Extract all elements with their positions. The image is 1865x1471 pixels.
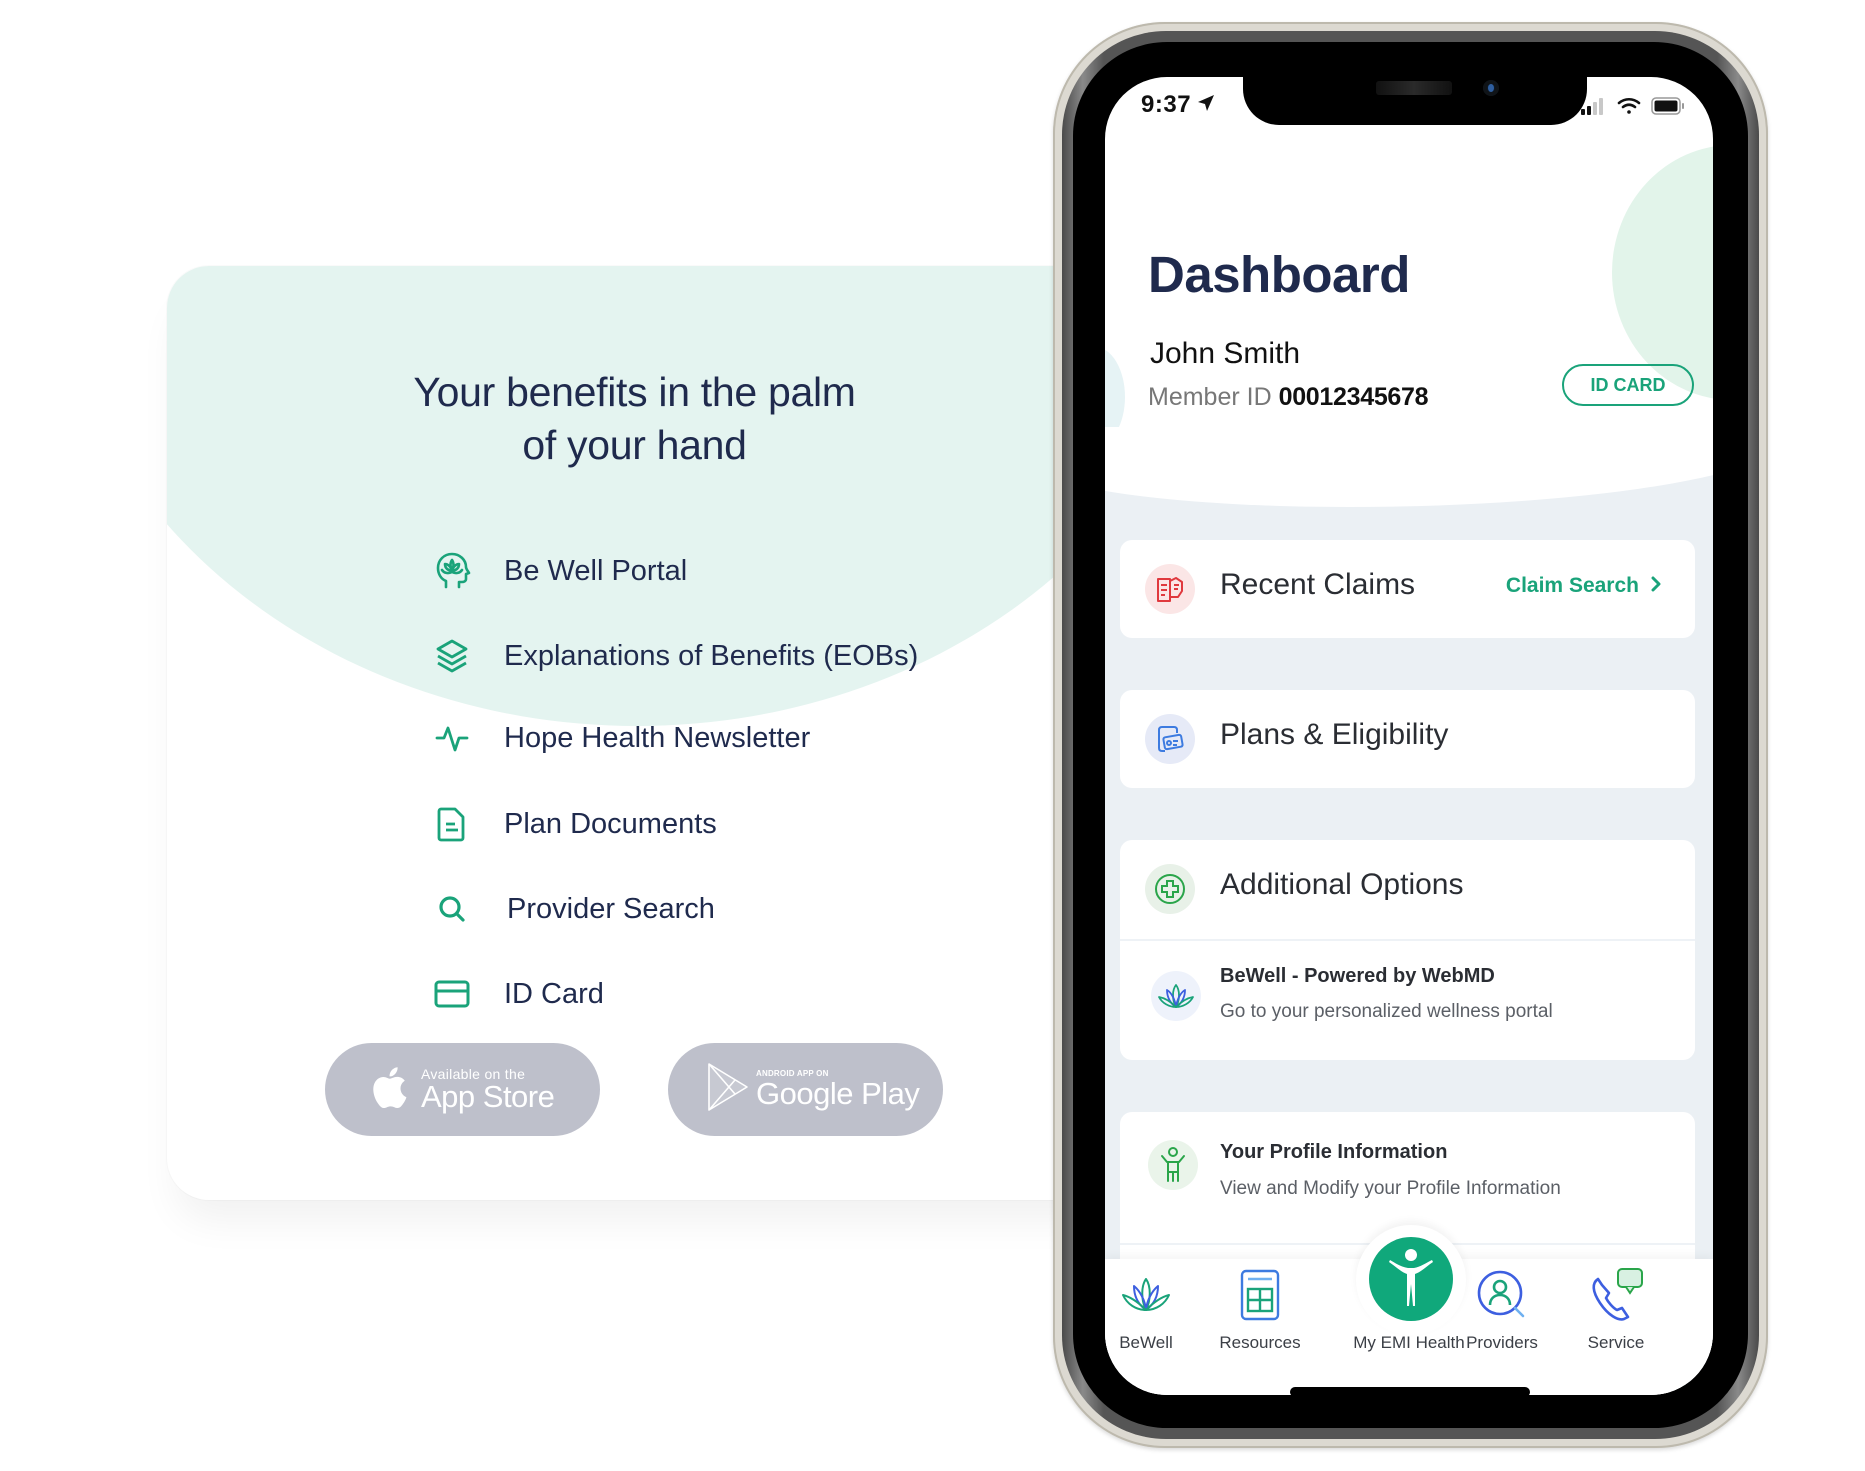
nav-label: Service: [1587, 1333, 1645, 1352]
profile-title: Your Profile Information: [1220, 1141, 1448, 1163]
lotus-head-icon: [430, 549, 474, 593]
app-store-button[interactable]: Available on the App Store: [325, 1043, 600, 1136]
nav-item-providers[interactable]: Providers: [1447, 1269, 1557, 1353]
google-play-big-text: Google Play: [756, 1076, 920, 1111]
promo-heading-line-2: of your hand: [522, 422, 747, 468]
wifi-icon: [1617, 97, 1641, 120]
option-title: BeWell - Powered by WebMD: [1220, 965, 1495, 987]
feature-label: Provider Search: [507, 892, 715, 925]
credit-card-icon: [430, 972, 474, 1016]
decorative-blob: [1612, 145, 1713, 400]
layers-icon: [430, 634, 474, 678]
person-arms-up-icon: [1386, 1246, 1436, 1313]
feature-label: Explanations of Benefits (EOBs): [504, 639, 919, 672]
additional-options-card: Additional Options BeWell - Powered by W…: [1120, 840, 1695, 1060]
nav-label: Providers: [1466, 1333, 1538, 1352]
activity-pulse-icon: [430, 716, 474, 760]
feature-label: Be Well Portal: [504, 554, 688, 587]
battery-icon: [1651, 97, 1685, 120]
feature-item-plan-documents[interactable]: Plan Documents: [430, 799, 717, 849]
member-name: John Smith: [1150, 337, 1301, 370]
person-icon: [1148, 1140, 1198, 1190]
feature-item-newsletter[interactable]: Hope Health Newsletter: [430, 713, 810, 763]
nav-item-resources[interactable]: Resources: [1205, 1269, 1315, 1353]
phone-notch: [1243, 77, 1587, 125]
feature-label: ID Card: [504, 977, 604, 1010]
phone-chat-icon: [1588, 1268, 1644, 1321]
calculator-icon: [1240, 1269, 1280, 1321]
card-title: Recent Claims: [1220, 568, 1416, 601]
profile-description: View and Modify your Profile Information: [1220, 1178, 1561, 1199]
google-play-button[interactable]: ANDROID APP ON Google Play: [668, 1043, 943, 1136]
chevron-right-icon: [1651, 574, 1661, 598]
card-title: Plans & Eligibility: [1220, 718, 1449, 751]
medical-plus-icon: [1145, 864, 1195, 914]
document-icon: [430, 802, 474, 846]
claims-icon: [1145, 564, 1195, 614]
search-icon: [430, 887, 474, 931]
my-emi-health-button[interactable]: [1369, 1237, 1453, 1321]
id-card-button[interactable]: ID CARD: [1562, 364, 1694, 406]
feature-label: Hope Health Newsletter: [504, 721, 811, 754]
phone-screen: 9:37 Dashboard John Smith Member ID 0001…: [1105, 77, 1713, 1395]
lotus-icon: [1120, 1269, 1172, 1321]
camera-icon: [1483, 80, 1499, 96]
status-bar-icons: [1581, 97, 1685, 120]
additional-option-bewell[interactable]: BeWell - Powered by WebMD Go to your per…: [1120, 941, 1695, 1060]
plans-card-icon: [1145, 714, 1195, 764]
feature-item-eobs[interactable]: Explanations of Benefits (EOBs): [430, 631, 918, 681]
apple-icon: [371, 1066, 407, 1113]
nav-label: Resources: [1219, 1333, 1301, 1352]
home-indicator: [1290, 1387, 1530, 1395]
claim-search-link[interactable]: Claim Search: [1506, 574, 1661, 598]
feature-label: Plan Documents: [504, 807, 717, 840]
app-store-big-text: App Store: [421, 1078, 555, 1114]
plans-eligibility-card[interactable]: Plans & Eligibility: [1120, 690, 1695, 788]
lotus-icon: [1151, 971, 1201, 1021]
member-id-label: Member ID: [1148, 383, 1272, 411]
card-title: Additional Options: [1220, 868, 1464, 901]
recent-claims-card[interactable]: Recent Claims Claim Search: [1120, 540, 1695, 638]
option-description: Go to your personalized wellness portal: [1220, 1001, 1553, 1022]
nav-item-bewell[interactable]: BeWell: [1105, 1269, 1201, 1353]
promo-heading-line-1: Your benefits in the palm: [413, 369, 856, 415]
feature-item-provider-search[interactable]: Provider Search: [430, 884, 715, 934]
promo-card: Your benefits in the palm of your hand B…: [167, 266, 1127, 1200]
feature-item-id-card[interactable]: ID Card: [430, 969, 604, 1019]
member-id-value: 00012345678: [1278, 383, 1429, 411]
member-id: Member ID 00012345678: [1148, 383, 1429, 412]
nav-label: BeWell: [1119, 1333, 1173, 1352]
location-arrow-icon: [1197, 91, 1215, 119]
google-play-icon: [706, 1062, 750, 1117]
promo-heading: Your benefits in the palm of your hand: [167, 366, 1102, 472]
feature-item-be-well[interactable]: Be Well Portal: [430, 546, 687, 596]
nav-item-service[interactable]: Service: [1561, 1268, 1671, 1353]
status-bar-time: 9:37: [1141, 91, 1215, 119]
provider-search-icon: [1476, 1269, 1528, 1321]
page-title: Dashboard: [1148, 246, 1410, 303]
